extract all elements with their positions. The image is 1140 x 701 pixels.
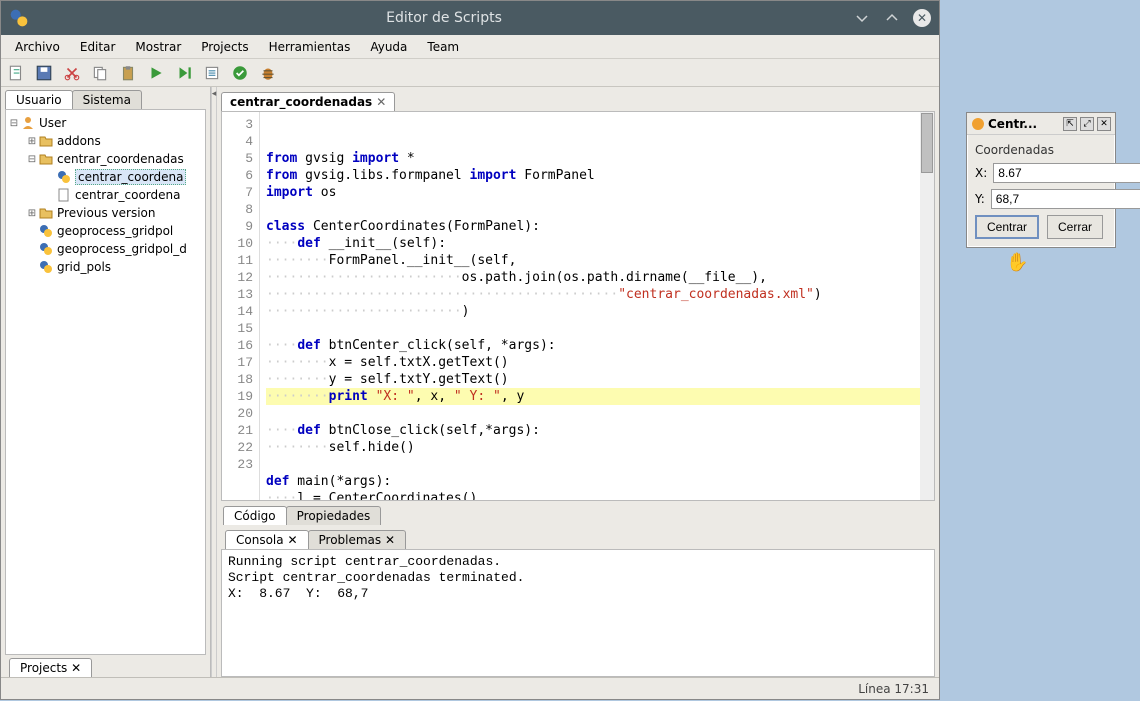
window-title: Editor de Scripts — [35, 10, 853, 26]
save-icon[interactable] — [35, 64, 53, 82]
cut-icon[interactable] — [63, 64, 81, 82]
python-file-icon — [38, 241, 54, 257]
tab-usuario[interactable]: Usuario — [5, 90, 73, 109]
script-editor-window: Editor de Scripts ✕ Archivo Editar Mostr… — [0, 0, 940, 700]
tree-item-gridpols[interactable]: grid_pols — [26, 258, 203, 276]
close-icon[interactable]: ✕ — [385, 533, 395, 547]
run-icon[interactable] — [147, 64, 165, 82]
menu-herramientas[interactable]: Herramientas — [259, 37, 361, 57]
close-icon[interactable]: ✕ — [71, 661, 81, 675]
python-file-icon — [38, 259, 54, 275]
dialog-restore-icon[interactable]: ⇱ — [1063, 117, 1077, 131]
tab-propiedades[interactable]: Propiedades — [286, 506, 382, 525]
centrar-button[interactable]: Centrar — [975, 215, 1039, 239]
tree-item-previous[interactable]: ⊞ Previous version — [26, 204, 203, 222]
close-icon[interactable]: ✕ — [287, 533, 297, 547]
tree-item-centrar-folder[interactable]: ⊟ centrar_coordenadas — [26, 150, 203, 168]
dialog-subtitle: Coordenadas — [975, 143, 1107, 157]
tab-problemas[interactable]: Problemas ✕ — [308, 530, 407, 549]
cerrar-button[interactable]: Cerrar — [1047, 215, 1103, 239]
coordinates-dialog[interactable]: Centr... ⇱ ⤢ ✕ Coordenadas X: Y: Centrar… — [966, 112, 1116, 248]
list-icon[interactable] — [203, 64, 221, 82]
run-step-icon[interactable] — [175, 64, 193, 82]
minimize-button[interactable] — [853, 9, 871, 27]
x-label: X: — [975, 166, 987, 180]
tab-sistema[interactable]: Sistema — [72, 90, 142, 109]
check-icon[interactable] — [231, 64, 249, 82]
dialog-close-icon[interactable]: ✕ — [1097, 117, 1111, 131]
tab-codigo[interactable]: Código — [223, 506, 287, 525]
tab-projects[interactable]: Projects ✕ — [9, 658, 92, 677]
debug-icon[interactable] — [259, 64, 277, 82]
menu-mostrar[interactable]: Mostrar — [125, 37, 191, 57]
line-gutter: 34567891011121314151617181920212223 — [222, 112, 260, 500]
paste-icon[interactable] — [119, 64, 137, 82]
menubar: Archivo Editar Mostrar Projects Herramie… — [1, 35, 939, 59]
scrollbar[interactable] — [920, 112, 934, 500]
copy-icon[interactable] — [91, 64, 109, 82]
dialog-max-icon[interactable]: ⤢ — [1080, 117, 1094, 131]
document-icon — [56, 187, 72, 203]
dialog-titlebar[interactable]: Centr... ⇱ ⤢ ✕ — [967, 113, 1115, 135]
close-tab-icon[interactable]: ✕ — [376, 95, 386, 109]
y-label: Y: — [975, 192, 985, 206]
close-button[interactable]: ✕ — [913, 9, 931, 27]
tree-item-centrar-py[interactable]: centrar_coordena — [44, 168, 203, 186]
menu-archivo[interactable]: Archivo — [5, 37, 70, 57]
editor-area: centrar_coordenadas ✕ 345678910111213141… — [217, 87, 939, 677]
tab-consola[interactable]: Consola ✕ — [225, 530, 309, 549]
statusbar: Línea 17:31 — [1, 677, 939, 699]
tree-item-centrar-doc[interactable]: centrar_coordena — [44, 186, 203, 204]
code-text[interactable]: from gvsig import *from gvsig.libs.formp… — [260, 112, 934, 500]
cursor-position: Línea 17:31 — [858, 682, 929, 696]
y-input[interactable] — [991, 189, 1140, 209]
project-tree[interactable]: ⊟ User ⊞ addons ⊟ centrar_co — [5, 109, 206, 655]
x-input[interactable] — [993, 163, 1140, 183]
console-output[interactable]: Running script centrar_coordenadas. Scri… — [221, 549, 935, 677]
folder-open-icon — [38, 151, 54, 167]
tree-item-addons[interactable]: ⊞ addons — [26, 132, 203, 150]
menu-editar[interactable]: Editar — [70, 37, 126, 57]
toolbar — [1, 59, 939, 87]
console-panel: Consola ✕ Problemas ✕ Running script cen… — [221, 527, 935, 677]
tree-item-geoprocess1[interactable]: geoprocess_gridpol — [26, 222, 203, 240]
tree-root[interactable]: ⊟ User — [8, 114, 203, 132]
python-file-icon — [56, 169, 72, 185]
menu-projects[interactable]: Projects — [191, 37, 258, 57]
editor-tab-centrar[interactable]: centrar_coordenadas ✕ — [221, 92, 395, 111]
cursor-icon: ✋ — [1006, 252, 1028, 273]
folder-icon — [38, 133, 54, 149]
maximize-button[interactable] — [883, 9, 901, 27]
menu-ayuda[interactable]: Ayuda — [360, 37, 417, 57]
python-icon — [9, 8, 29, 28]
user-icon — [20, 115, 36, 131]
python-file-icon — [38, 223, 54, 239]
folder-icon — [38, 205, 54, 221]
new-file-icon[interactable] — [7, 64, 25, 82]
titlebar[interactable]: Editor de Scripts ✕ — [1, 1, 939, 35]
tree-item-geoprocess2[interactable]: geoprocess_gridpol_d — [26, 240, 203, 258]
menu-team[interactable]: Team — [417, 37, 469, 57]
sidebar: Usuario Sistema ⊟ User ⊞ addons — [1, 87, 211, 677]
code-editor[interactable]: 34567891011121314151617181920212223 from… — [221, 111, 935, 501]
app-icon — [971, 117, 985, 131]
